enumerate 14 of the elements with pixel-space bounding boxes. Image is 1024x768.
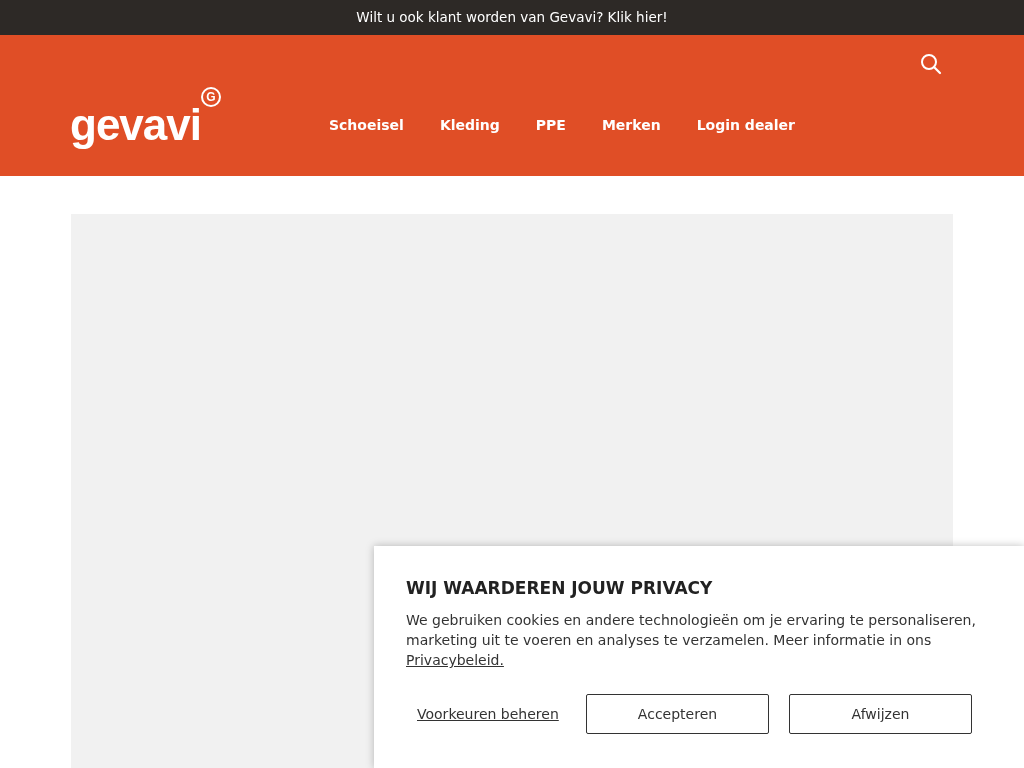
search-icon[interactable] [920, 53, 942, 75]
announcement-bar[interactable]: Wilt u ook klant worden van Gevavi? Klik hier! [0, 0, 1024, 35]
reject-button[interactable]: Afwijzen [789, 694, 972, 734]
logo[interactable]: gevavi G [70, 87, 221, 152]
nav-link[interactable]: Kleding [439, 116, 500, 133]
nav-link[interactable]: PPE [535, 116, 566, 133]
nav-link[interactable]: Login dealer [696, 116, 796, 133]
accept-button[interactable]: Accepteren [586, 694, 769, 734]
preferences-link[interactable]: Voorkeuren beheren [417, 706, 586, 722]
nav-link[interactable]: Schoeisel [329, 116, 404, 133]
privacy-link[interactable]: Privacybeleid. [406, 652, 504, 668]
cookie-text: We gebruiken cookies en andere technologieën om je ervaring te personaliseren, marketing uit te voeren en analyses te verzamelen. Meer informatie in ons Privacybeleid. [406, 611, 977, 670]
nav-link[interactable]: Merken [601, 116, 661, 133]
cookie-title: WIJ WAARDEREN JOUW PRIVACY [406, 578, 714, 598]
